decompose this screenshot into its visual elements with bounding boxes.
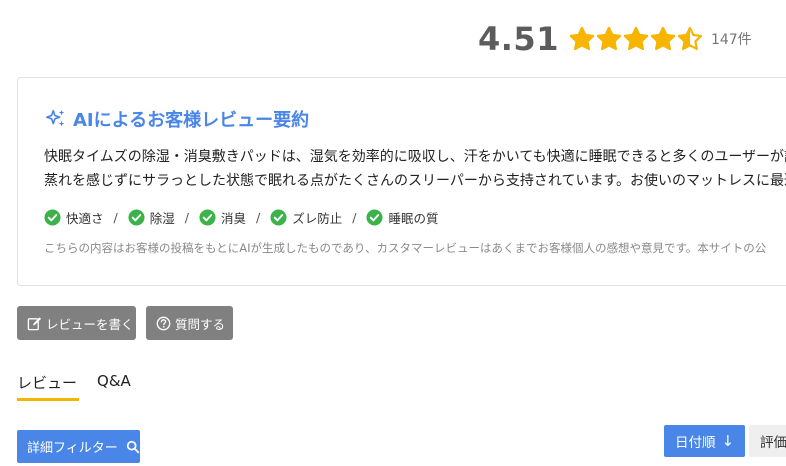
review-count: 147件 <box>710 32 752 48</box>
summary-tag-label: ズレ防止 <box>292 211 343 226</box>
ai-summary-text: 快眠タイムズの除湿・消臭敷きパッドは、湿気を効率的に吸収し、汗をかいても快適に睡… <box>44 145 786 193</box>
summary-tag-label: 快適さ <box>66 211 104 226</box>
tab-reviews[interactable]: レビュー <box>17 372 80 401</box>
summary-tag: 消臭 <box>199 208 246 227</box>
tag-separator: / <box>184 210 189 225</box>
summary-tag-label: 除湿 <box>149 211 175 226</box>
question-circle-icon <box>156 316 171 330</box>
ask-question-label: 質問する <box>175 316 226 332</box>
summary-tag: 快適さ <box>44 208 104 227</box>
tag-separator: / <box>113 210 118 225</box>
check-circle-icon <box>128 209 145 226</box>
review-tabs: レビュー Q&A <box>17 372 131 401</box>
ask-question-button[interactable]: 質問する <box>146 306 233 340</box>
star-half-icon <box>677 26 703 51</box>
sort-rating-label: 評価 <box>760 435 786 451</box>
check-circle-icon <box>44 209 61 226</box>
star-full-icon <box>569 26 595 51</box>
check-circle-icon <box>270 209 287 226</box>
summary-tag: ズレ防止 <box>270 208 342 227</box>
tag-separator: / <box>255 210 261 225</box>
detail-filter-button[interactable]: 詳細フィルター <box>17 430 140 463</box>
sort-by-date-button[interactable]: 日付順 ↓ <box>664 425 745 457</box>
star-rating <box>569 26 703 52</box>
summary-tag-label: 消臭 <box>220 211 246 226</box>
tab-qa[interactable]: Q&A <box>97 372 131 401</box>
summary-tag: 睡眠の質 <box>366 208 438 227</box>
sort-by-rating-button[interactable]: 評価 <box>749 425 786 457</box>
ai-summary-panel: AIによるお客様レビュー要約 快眠タイムズの除湿・消臭敷きパッドは、湿気を効率的… <box>17 77 786 286</box>
check-circle-icon <box>199 209 216 226</box>
summary-tag-label: 睡眠の質 <box>388 211 439 226</box>
ai-summary-line: 快眠タイムズの除湿・消臭敷きパッドは、湿気を効率的に吸収し、汗をかいても快適に睡… <box>44 149 786 165</box>
search-icon <box>126 440 139 453</box>
star-full-icon <box>596 26 622 51</box>
ai-summary-tags: 快適さ / 除湿 / 消臭 / ズレ防止 / 睡眠の質 <box>44 208 438 227</box>
sort-date-label: 日付順 <box>675 435 716 451</box>
tag-separator: / <box>352 210 357 225</box>
ai-summary-line: 蒸れを感じずにサラっとした状態で眠れる点がたくさんのスリーパーから支持されていま… <box>44 173 786 189</box>
summary-tag: 除湿 <box>128 208 175 227</box>
write-review-label: レビューを書く <box>46 316 134 332</box>
edit-icon <box>27 316 42 330</box>
ai-disclaimer: こちらの内容はお客様の投稿をもとにAIが生成したものであり、カスタマーレビューは… <box>44 241 767 255</box>
detail-filter-label: 詳細フィルター <box>27 441 118 456</box>
average-score: 4.51 <box>478 20 559 58</box>
rating-summary: 4.51 147件 <box>478 14 752 64</box>
ai-summary-title: AIによるお客様レビュー要約 <box>73 110 310 131</box>
star-full-icon <box>623 26 649 51</box>
sparkle-icon <box>46 109 65 127</box>
arrow-down-icon: ↓ <box>721 432 735 450</box>
check-circle-icon <box>366 209 383 226</box>
write-review-button[interactable]: レビューを書く <box>17 306 136 340</box>
star-full-icon <box>650 26 676 51</box>
ai-summary-heading: AIによるお客様レビュー要約 <box>45 106 309 132</box>
